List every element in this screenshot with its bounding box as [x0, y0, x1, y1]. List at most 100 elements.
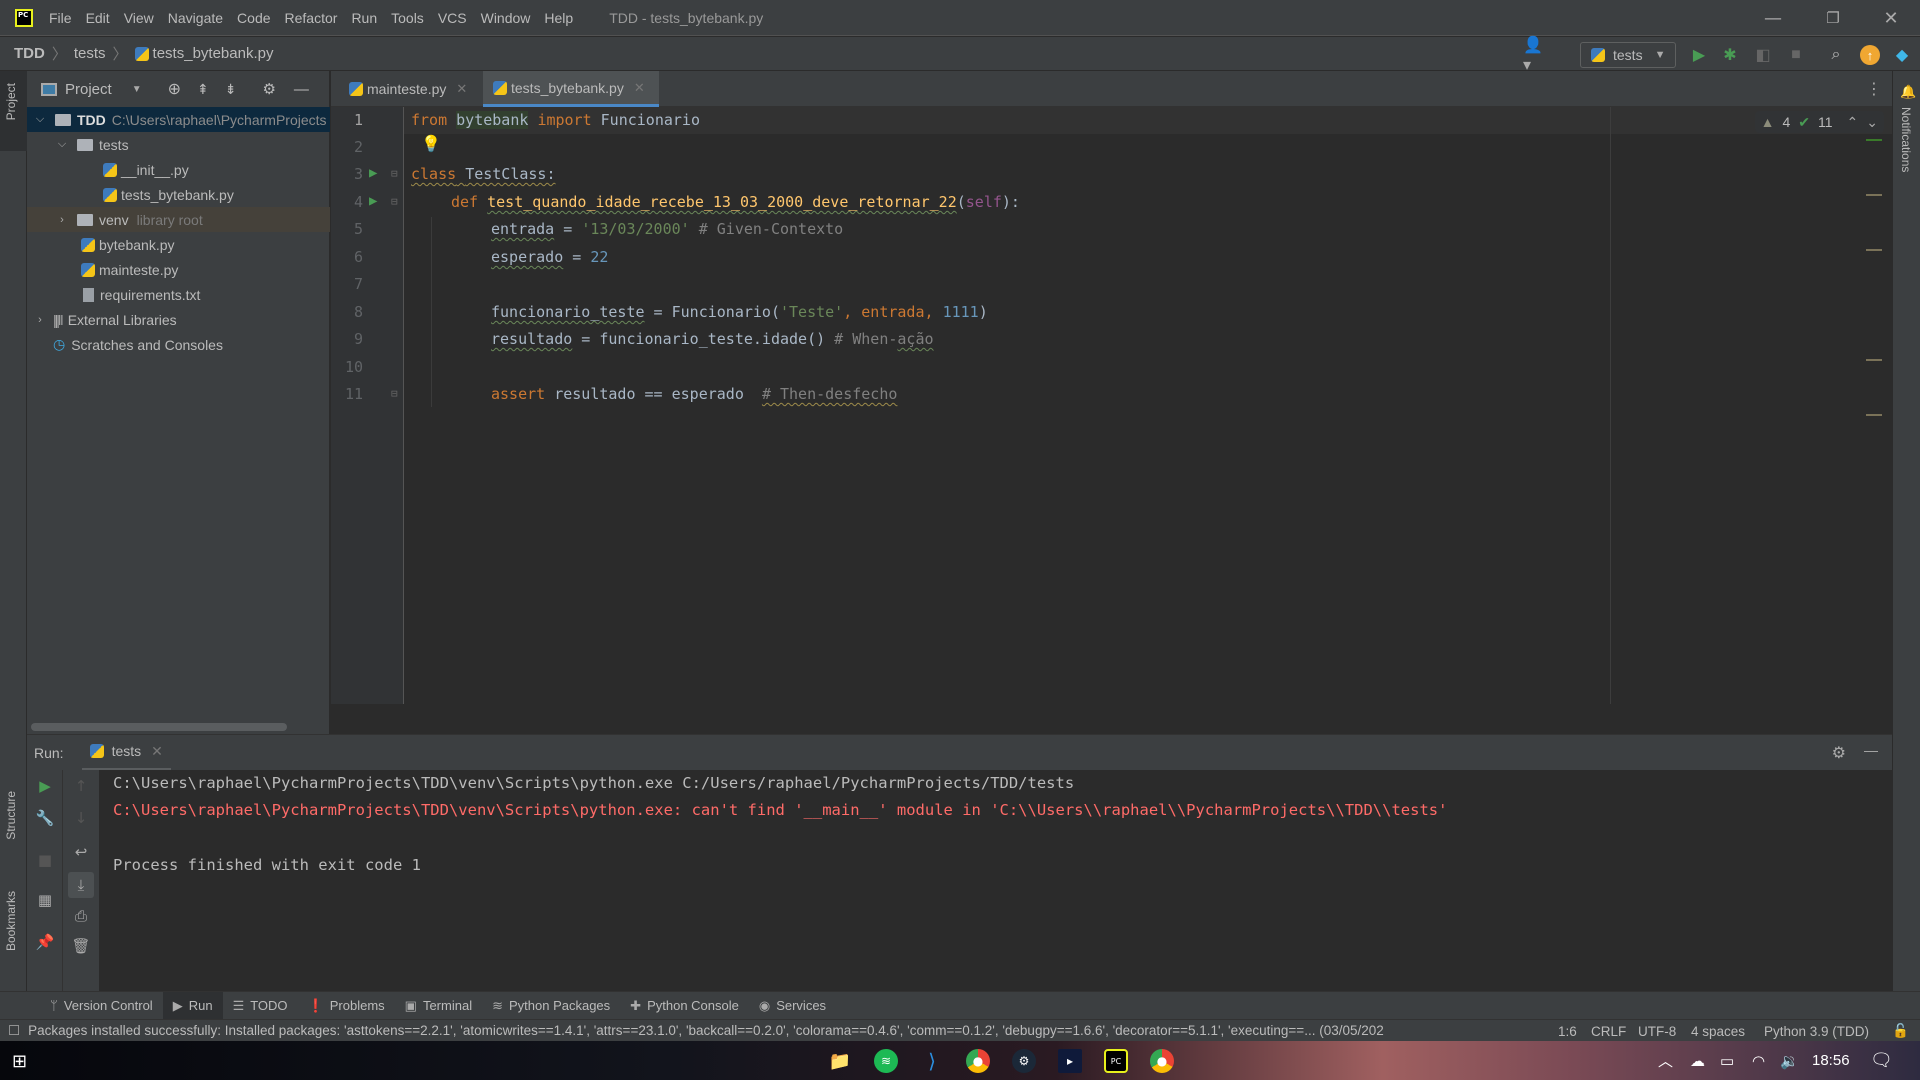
scroll-to-end-icon[interactable]: ⤓ — [68, 872, 94, 898]
chevron-down-icon[interactable]: ⌵ — [31, 113, 49, 126]
tool-tab-python-console[interactable]: ✚ Python Console — [620, 992, 749, 1020]
hide-panel-icon[interactable]: — — [1864, 742, 1878, 758]
down-arrow-icon[interactable]: ↓ — [71, 808, 91, 828]
run-icon[interactable]: ▶ — [1689, 45, 1709, 65]
error-stripe-mark[interactable] — [1866, 359, 1882, 361]
status-toggle-icon[interactable]: ☐ — [8, 1023, 20, 1039]
tree-item-mainteste[interactable]: mainteste.py — [27, 257, 330, 282]
gear-icon[interactable]: ⚙ — [1832, 743, 1846, 763]
project-view-select[interactable]: Project — [65, 81, 112, 98]
wrench-icon[interactable]: 🔧 — [35, 808, 55, 828]
run-configuration-select[interactable]: tests ▼ — [1580, 42, 1676, 68]
menu-view[interactable]: View — [124, 10, 154, 26]
chevron-right-icon[interactable]: › — [31, 314, 49, 326]
expand-all-icon[interactable]: ⇞ — [197, 81, 209, 98]
file-explorer-icon[interactable]: 📁 — [828, 1049, 852, 1073]
prime-video-icon[interactable]: ▸ — [1058, 1049, 1082, 1073]
chrome-profile-icon[interactable]: ● — [1150, 1049, 1174, 1073]
print-icon[interactable]: ⎙ — [71, 906, 91, 926]
tree-item-tests[interactable]: ⌵ tests — [27, 132, 330, 157]
more-tabs-icon[interactable]: ⋮ — [1866, 79, 1882, 98]
chevron-down-icon[interactable]: ▼ — [132, 84, 142, 95]
previous-highlight-icon[interactable]: ⌃ — [1847, 114, 1859, 131]
layout-icon[interactable]: ▦ — [35, 890, 55, 910]
menu-navigate[interactable]: Navigate — [168, 10, 223, 26]
restore-button[interactable]: ❐ — [1810, 0, 1856, 36]
pin-icon[interactable]: 📌 — [35, 932, 55, 952]
action-center-icon[interactable]: 🗨 — [1870, 1041, 1893, 1080]
vscode-icon[interactable]: ⟩ — [920, 1049, 944, 1073]
tree-item-scratches[interactable]: ◷ Scratches and Consoles — [27, 332, 330, 357]
error-stripe-mark[interactable] — [1866, 194, 1882, 196]
indent-setting[interactable]: 4 spaces — [1691, 1020, 1745, 1042]
run-tab-tests[interactable]: tests ✕ — [81, 735, 171, 771]
close-tab-icon[interactable]: ✕ — [456, 81, 467, 97]
close-tab-icon[interactable]: ✕ — [151, 743, 163, 760]
run-test-icon[interactable]: ▶ — [369, 193, 377, 209]
tool-tab-version-control[interactable]: ᛘ Version Control — [40, 992, 163, 1020]
tree-item-tdd[interactable]: ⌵ TDD C:\Users\raphael\PycharmProjects — [27, 107, 330, 132]
vcs-user-icon[interactable]: 👤▾ — [1523, 37, 1543, 74]
lock-icon[interactable]: 🔓 — [1892, 1020, 1909, 1042]
spotify-icon[interactable]: ≋ — [874, 1049, 898, 1073]
error-stripe-mark[interactable] — [1866, 139, 1882, 141]
breadcrumb-project[interactable]: TDD — [14, 45, 45, 62]
bookmarks-tool-tab[interactable]: Bookmarks — [4, 891, 18, 951]
error-stripe-mark[interactable] — [1866, 414, 1882, 416]
line-separator[interactable]: CRLF — [1591, 1020, 1626, 1042]
tree-item-requirements[interactable]: requirements.txt — [27, 282, 330, 307]
battery-icon[interactable]: ▭ — [1720, 1041, 1734, 1080]
breadcrumb-folder[interactable]: tests — [74, 45, 106, 62]
update-icon[interactable]: ↑ — [1860, 45, 1880, 65]
tool-tab-python-packages[interactable]: ≋ Python Packages — [482, 992, 620, 1020]
caret-position[interactable]: 1:6 — [1558, 1020, 1577, 1042]
python-interpreter[interactable]: Python 3.9 (TDD) — [1764, 1020, 1869, 1042]
up-arrow-icon[interactable]: ↑ — [71, 776, 91, 796]
locate-icon[interactable]: ⊕ — [168, 79, 181, 99]
hide-panel-icon[interactable]: — — [294, 81, 309, 98]
soft-wrap-icon[interactable]: ↩ — [71, 842, 91, 862]
tree-item-tests-bytebank[interactable]: tests_bytebank.py — [27, 182, 330, 207]
tree-item-init[interactable]: __init__.py — [27, 157, 330, 182]
project-tool-tab[interactable]: Project — [4, 83, 18, 120]
stop-icon[interactable]: ■ — [1786, 45, 1806, 65]
run-class-icon[interactable]: ▶ — [369, 165, 377, 181]
structure-tool-tab[interactable]: Structure — [4, 791, 18, 840]
tree-item-bytebank[interactable]: bytebank.py — [27, 232, 330, 257]
collapse-all-icon[interactable]: ⇟ — [225, 81, 237, 98]
menu-help[interactable]: Help — [544, 10, 573, 26]
steam-icon[interactable]: ⚙ — [1012, 1049, 1036, 1073]
fold-icon[interactable]: ⊟ — [391, 387, 398, 400]
menu-window[interactable]: Window — [481, 10, 531, 26]
menu-file[interactable]: File — [49, 10, 72, 26]
tool-tab-terminal[interactable]: ▣ Terminal — [395, 992, 482, 1020]
tab-mainteste[interactable]: mainteste.py ✕ — [339, 71, 477, 107]
tree-item-venv[interactable]: › venv library root — [27, 207, 330, 232]
close-tab-icon[interactable]: ✕ — [634, 80, 645, 96]
breadcrumb-file[interactable]: tests_bytebank.py — [153, 45, 274, 62]
stop-icon[interactable]: ■ — [35, 850, 55, 870]
tool-tab-services[interactable]: ◉ Services — [749, 992, 836, 1020]
chevron-right-icon[interactable]: › — [53, 214, 71, 226]
trash-icon[interactable]: 🗑 — [71, 936, 91, 956]
chevron-down-icon[interactable]: ⌵ — [53, 138, 71, 151]
tool-tab-problems[interactable]: ❗ Problems — [298, 992, 395, 1020]
error-stripe-mark[interactable] — [1866, 249, 1882, 251]
run-console-output[interactable]: C:\Users\raphael\PycharmProjects\TDD\ven… — [99, 770, 1892, 991]
gear-icon[interactable]: ⚙ — [262, 80, 275, 98]
chrome-icon[interactable]: ● — [966, 1049, 990, 1073]
lightbulb-icon[interactable]: 💡 — [421, 134, 441, 153]
notifications-tool-tab[interactable]: Notifications — [1899, 107, 1913, 172]
notifications-bell-icon[interactable]: 🔔 — [1900, 85, 1916, 100]
search-icon[interactable]: ⌕ — [1826, 45, 1846, 65]
jetbrains-toolbox-icon[interactable]: ◆ — [1892, 45, 1912, 65]
onedrive-cloud-icon[interactable]: ☁ — [1690, 1041, 1705, 1080]
windows-start-icon[interactable]: ⊞ — [12, 1051, 27, 1072]
volume-icon[interactable]: 🔉 — [1780, 1041, 1799, 1080]
file-encoding[interactable]: UTF-8 — [1638, 1020, 1676, 1042]
tree-item-external-libraries[interactable]: › |||‖ External Libraries — [27, 307, 330, 332]
next-highlight-icon[interactable]: ⌄ — [1866, 114, 1878, 131]
status-message[interactable]: Packages installed successfully: Install… — [28, 1023, 1548, 1038]
inspection-widget[interactable]: ▲ 4 ✔ 11 ⌃ ⌄ — [1754, 111, 1884, 133]
tab-tests-bytebank[interactable]: tests_bytebank.py ✕ — [483, 71, 659, 107]
